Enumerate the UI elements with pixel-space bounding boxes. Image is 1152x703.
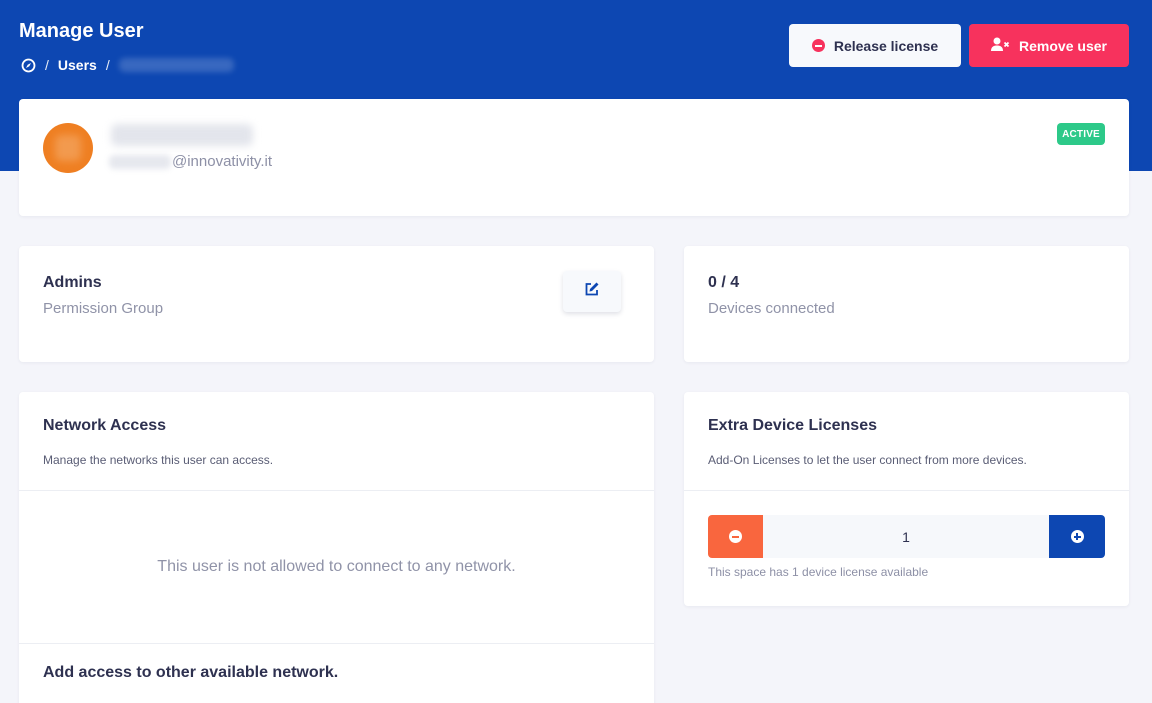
minus-circle-icon xyxy=(811,39,825,52)
devices-card: 0 / 4 Devices connected xyxy=(684,246,1129,362)
remove-user-button[interactable]: Remove user xyxy=(969,24,1129,67)
devices-count: 0 / 4 xyxy=(708,274,740,291)
increment-button[interactable] xyxy=(1049,515,1105,558)
add-network-title: Add access to other available network. xyxy=(43,664,339,681)
release-license-button[interactable]: Release license xyxy=(789,24,961,67)
email-domain: @innovativity.it xyxy=(172,153,272,170)
license-availability-note: This space has 1 device license availabl… xyxy=(708,565,929,579)
edit-icon xyxy=(584,281,600,302)
devices-label: Devices connected xyxy=(708,300,835,317)
network-empty-message: This user is not allowed to connect to a… xyxy=(157,558,516,575)
extra-licenses-title: Extra Device Licenses xyxy=(708,417,877,434)
user-remove-icon xyxy=(991,37,1010,55)
extra-licenses-card: Extra Device Licenses Add-On Licenses to… xyxy=(684,392,1129,606)
divider xyxy=(684,490,1129,491)
minus-circle-icon xyxy=(729,530,742,543)
breadcrumb-current-user xyxy=(118,58,234,72)
divider xyxy=(19,490,654,491)
edit-permission-button[interactable] xyxy=(563,271,621,312)
extra-licenses-description: Add-On Licenses to let the user connect … xyxy=(708,453,1027,467)
license-quantity-value[interactable]: 1 xyxy=(763,515,1049,558)
breadcrumb-separator: / xyxy=(105,57,110,73)
user-email: @innovativity.it xyxy=(109,153,272,170)
page-title: Manage User xyxy=(19,20,144,42)
permission-group-label: Permission Group xyxy=(43,300,164,317)
breadcrumb: / Users / xyxy=(21,56,234,74)
breadcrumb-separator: / xyxy=(45,57,49,73)
network-access-card: Network Access Manage the networks this … xyxy=(19,392,654,703)
breadcrumb-users[interactable]: Users xyxy=(58,57,97,73)
release-license-label: Release license xyxy=(833,37,939,54)
compass-icon[interactable] xyxy=(21,58,36,73)
divider xyxy=(19,643,654,644)
status-badge: ACTIVE xyxy=(1057,123,1105,145)
plus-circle-icon xyxy=(1070,530,1084,543)
profile-card: @innovativity.it ACTIVE xyxy=(19,99,1129,216)
network-access-title: Network Access xyxy=(43,417,167,434)
license-stepper: 1 xyxy=(708,515,1105,558)
avatar xyxy=(43,123,93,173)
email-local-part xyxy=(109,154,171,169)
permission-group-name: Admins xyxy=(43,274,102,291)
network-access-description: Manage the networks this user can access… xyxy=(43,453,274,467)
user-name xyxy=(111,124,253,146)
decrement-button[interactable] xyxy=(708,515,763,558)
permission-group-card: Admins Permission Group xyxy=(19,246,654,362)
remove-user-label: Remove user xyxy=(1019,37,1107,54)
